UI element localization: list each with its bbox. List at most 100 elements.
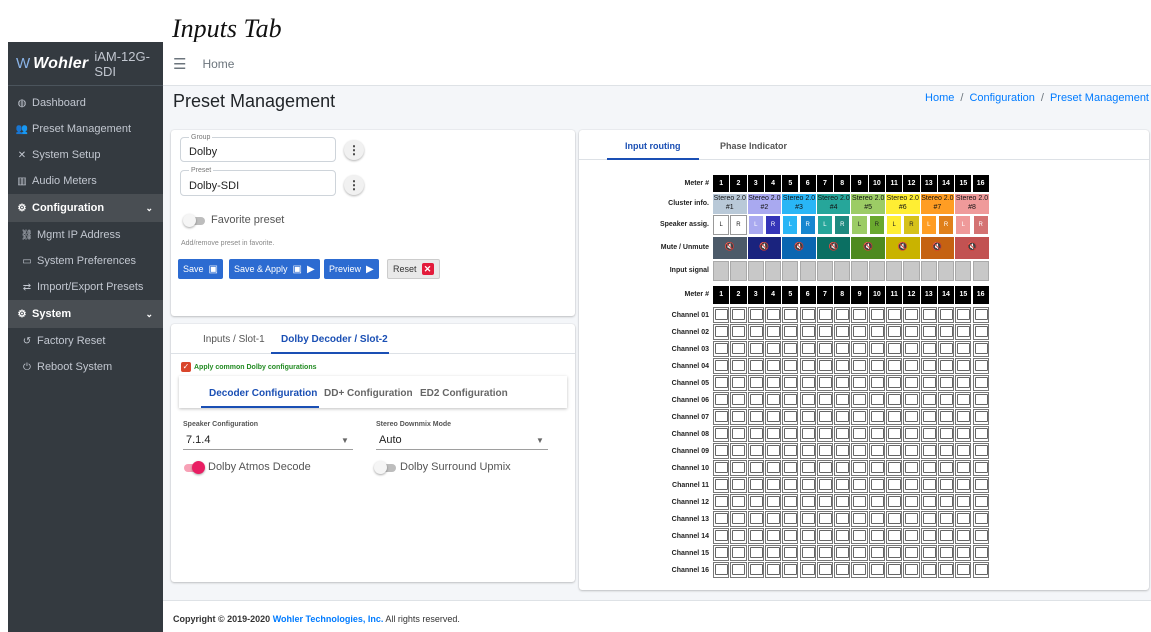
routing-checkbox[interactable] <box>836 445 850 456</box>
routing-checkbox[interactable] <box>749 479 763 490</box>
speaker-assign-cell[interactable]: L <box>782 215 799 235</box>
routing-checkbox[interactable] <box>974 343 988 354</box>
routing-checkbox[interactable] <box>836 377 850 388</box>
routing-checkbox[interactable] <box>853 530 867 541</box>
routing-checkbox[interactable] <box>732 360 746 371</box>
routing-checkbox[interactable] <box>870 360 884 371</box>
subtab-decoder-configuration[interactable]: Decoder Configuration <box>209 388 317 399</box>
routing-checkbox[interactable] <box>957 564 971 575</box>
routing-checkbox[interactable] <box>905 360 919 371</box>
routing-checkbox[interactable] <box>818 547 832 558</box>
routing-checkbox[interactable] <box>818 462 832 473</box>
routing-checkbox[interactable] <box>749 445 763 456</box>
tab-inputs-slot-1[interactable]: Inputs / Slot-1 <box>203 334 265 345</box>
routing-checkbox[interactable] <box>922 428 936 439</box>
routing-checkbox[interactable] <box>905 530 919 541</box>
sidebar-item-factory-reset[interactable]: ↺ Factory Reset <box>8 328 163 354</box>
routing-checkbox[interactable] <box>784 394 798 405</box>
routing-checkbox[interactable] <box>974 377 988 388</box>
routing-checkbox[interactable] <box>870 445 884 456</box>
routing-checkbox[interactable] <box>836 462 850 473</box>
routing-checkbox[interactable] <box>715 343 728 354</box>
routing-checkbox[interactable] <box>732 496 746 507</box>
routing-checkbox[interactable] <box>870 479 884 490</box>
routing-checkbox[interactable] <box>784 326 798 337</box>
routing-checkbox[interactable] <box>818 411 832 422</box>
routing-checkbox[interactable] <box>732 394 746 405</box>
routing-checkbox[interactable] <box>957 309 971 320</box>
routing-checkbox[interactable] <box>784 445 798 456</box>
routing-checkbox[interactable] <box>870 547 884 558</box>
routing-checkbox[interactable] <box>870 428 884 439</box>
routing-checkbox[interactable] <box>974 360 988 371</box>
routing-checkbox[interactable] <box>853 479 867 490</box>
routing-checkbox[interactable] <box>957 411 971 422</box>
routing-checkbox[interactable] <box>818 343 832 354</box>
routing-checkbox[interactable] <box>732 445 746 456</box>
routing-checkbox[interactable] <box>922 445 936 456</box>
routing-checkbox[interactable] <box>732 377 746 388</box>
routing-checkbox[interactable] <box>853 411 867 422</box>
routing-checkbox[interactable] <box>870 394 884 405</box>
speaker-assign-cell[interactable]: R <box>903 215 920 235</box>
routing-checkbox[interactable] <box>888 428 901 439</box>
routing-checkbox[interactable] <box>766 530 780 541</box>
routing-checkbox[interactable] <box>732 428 746 439</box>
routing-checkbox[interactable] <box>905 411 919 422</box>
routing-checkbox[interactable] <box>888 343 901 354</box>
routing-checkbox[interactable] <box>784 547 798 558</box>
speaker-config-select[interactable]: 7.1.4 ▼ <box>183 430 353 450</box>
routing-checkbox[interactable] <box>888 496 901 507</box>
routing-checkbox[interactable] <box>818 326 832 337</box>
routing-checkbox[interactable] <box>801 445 815 456</box>
routing-checkbox[interactable] <box>853 343 867 354</box>
routing-checkbox[interactable] <box>818 445 832 456</box>
routing-checkbox[interactable] <box>801 360 815 371</box>
routing-checkbox[interactable] <box>939 377 953 388</box>
routing-checkbox[interactable] <box>870 462 884 473</box>
routing-checkbox[interactable] <box>784 343 798 354</box>
routing-checkbox[interactable] <box>870 411 884 422</box>
routing-checkbox[interactable] <box>870 564 884 575</box>
routing-checkbox[interactable] <box>853 377 867 388</box>
speaker-assign-cell[interactable]: R <box>868 215 885 235</box>
routing-checkbox[interactable] <box>715 428 728 439</box>
routing-checkbox[interactable] <box>801 462 815 473</box>
routing-checkbox[interactable] <box>939 479 953 490</box>
sidebar-item-dashboard[interactable]: ◍ Dashboard <box>8 90 163 116</box>
routing-checkbox[interactable] <box>836 360 850 371</box>
routing-checkbox[interactable] <box>939 411 953 422</box>
routing-checkbox[interactable] <box>784 530 798 541</box>
routing-checkbox[interactable] <box>957 462 971 473</box>
speaker-assign-cell[interactable]: R <box>799 215 816 235</box>
routing-checkbox[interactable] <box>888 360 901 371</box>
routing-checkbox[interactable] <box>905 496 919 507</box>
surround-upmix-toggle[interactable] <box>374 461 396 474</box>
routing-checkbox[interactable] <box>888 309 901 320</box>
routing-checkbox[interactable] <box>905 428 919 439</box>
routing-checkbox[interactable] <box>818 394 832 405</box>
routing-checkbox[interactable] <box>818 360 832 371</box>
routing-checkbox[interactable] <box>974 309 988 320</box>
routing-checkbox[interactable] <box>922 394 936 405</box>
routing-checkbox[interactable] <box>888 445 901 456</box>
routing-checkbox[interactable] <box>749 394 763 405</box>
routing-checkbox[interactable] <box>784 479 798 490</box>
routing-checkbox[interactable] <box>888 530 901 541</box>
routing-checkbox[interactable] <box>939 445 953 456</box>
routing-checkbox[interactable] <box>974 530 988 541</box>
routing-checkbox[interactable] <box>766 479 780 490</box>
mute-toggle-cell[interactable]: 🔇 <box>713 237 747 259</box>
routing-checkbox[interactable] <box>939 462 953 473</box>
routing-checkbox[interactable] <box>974 496 988 507</box>
routing-checkbox[interactable] <box>888 462 901 473</box>
routing-checkbox[interactable] <box>784 360 798 371</box>
routing-checkbox[interactable] <box>939 496 953 507</box>
routing-checkbox[interactable] <box>974 428 988 439</box>
routing-checkbox[interactable] <box>974 564 988 575</box>
sidebar-item-system-preferences[interactable]: ▭ System Preferences <box>8 248 163 274</box>
routing-checkbox[interactable] <box>801 496 815 507</box>
routing-checkbox[interactable] <box>749 462 763 473</box>
routing-checkbox[interactable] <box>749 530 763 541</box>
routing-checkbox[interactable] <box>853 309 867 320</box>
